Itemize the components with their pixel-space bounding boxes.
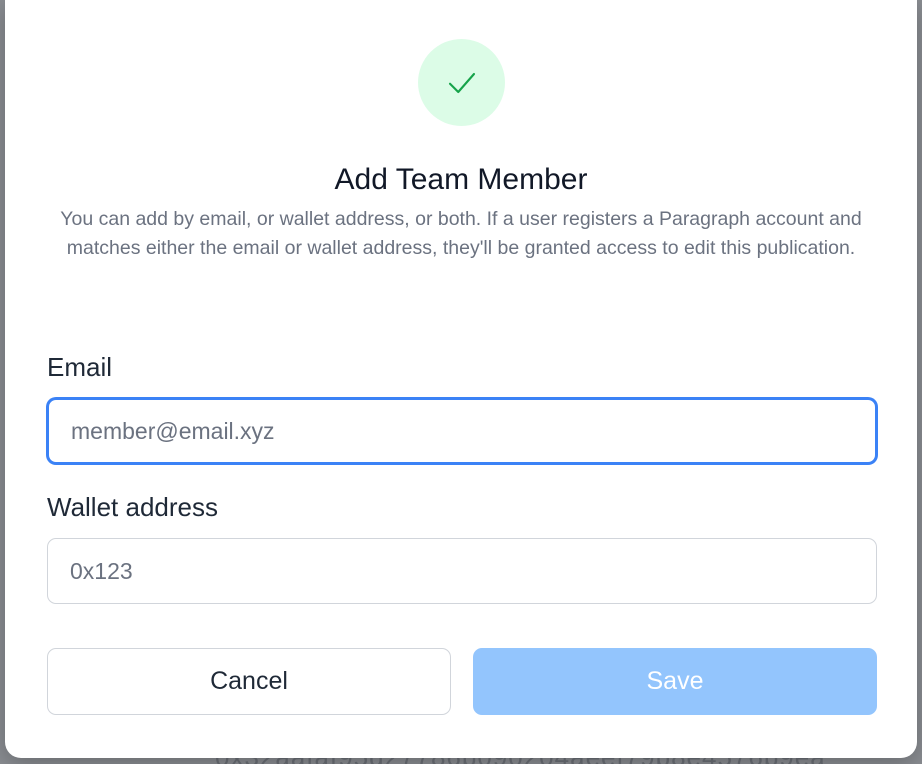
add-team-member-dialog: Add Team Member You can add by email, or… (5, 0, 917, 758)
save-button[interactable]: Save (473, 648, 877, 715)
email-input[interactable] (47, 398, 877, 464)
email-label: Email (47, 352, 113, 382)
dialog-description: You can add by email, or wallet address,… (60, 208, 862, 259)
wallet-address-label: Wallet address (47, 492, 218, 522)
checkmark-icon (448, 72, 475, 93)
wallet-address-input[interactable] (47, 538, 877, 604)
success-badge (418, 39, 505, 126)
dialog-title: Add Team Member (334, 163, 588, 196)
cancel-button[interactable]: Cancel (47, 648, 451, 715)
